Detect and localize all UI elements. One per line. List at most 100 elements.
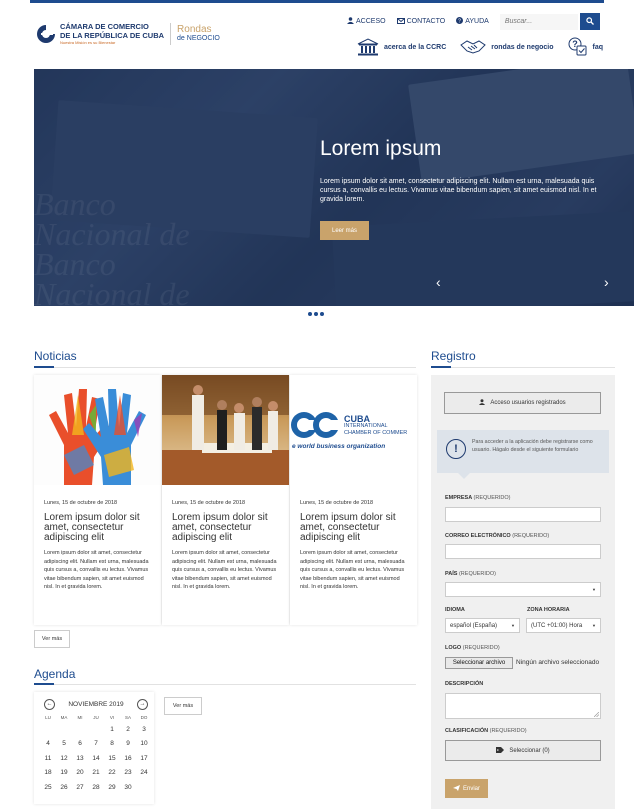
logo-line-2: DE LA REPÚBLICA DE CUBA [60, 30, 165, 40]
hero-next-arrow[interactable]: › [604, 274, 609, 290]
calendar-day[interactable]: 21 [88, 766, 104, 781]
slider-dot[interactable] [308, 312, 312, 316]
pais-select[interactable]: ▼ [445, 582, 601, 597]
user-icon [479, 399, 486, 407]
calendar-day[interactable]: 8 [104, 737, 120, 752]
cuba-logo-sub1: INTERNATIONAL [344, 423, 388, 429]
hero-slider: Banco Nacional de Banco Nacional de Lorem … [34, 69, 634, 306]
calendar-day[interactable]: 14 [88, 751, 104, 766]
top-navigation: ACCESO CONTACTO ? AYUDA [347, 13, 600, 30]
news-title[interactable]: Lorem ipsum dolor sit amet, consectetur … [172, 513, 284, 543]
news-image-ceremony [162, 375, 289, 485]
chevron-down-icon: ▼ [590, 623, 596, 628]
logo-divider [170, 23, 172, 45]
agenda-more-button[interactable]: Ver más [164, 697, 202, 715]
calendar-day[interactable]: 24 [136, 766, 152, 781]
hero-read-more-button[interactable]: Leer más [320, 221, 369, 240]
clasificacion-button[interactable]: Seleccionar (0) [445, 740, 601, 761]
login-registered-button[interactable]: Acceso usuarios registrados [444, 392, 601, 414]
cuba-logo-sub2: CHAMBER OF COMMER [344, 430, 408, 436]
subnav-faq-label: faq [592, 43, 604, 51]
calendar-day[interactable]: 9 [120, 737, 136, 752]
zona-select[interactable]: (UTC +01:00) Hora ▼ [526, 618, 601, 633]
empresa-input[interactable] [445, 507, 601, 522]
calendar-day[interactable]: 11 [40, 751, 56, 766]
calendar-day[interactable]: 18 [40, 766, 56, 781]
hero-prev-arrow[interactable]: ‹ [436, 274, 441, 290]
news-image-cuba-chamber: CUBA INTERNATIONAL CHAMBER OF COMMER e w… [290, 375, 417, 485]
send-icon [452, 784, 460, 793]
calendar-day[interactable]: 23 [120, 766, 136, 781]
calendar-prev-button[interactable]: ← [44, 698, 55, 710]
calendar-day[interactable]: 3 [136, 722, 152, 737]
nav-acceso[interactable]: ACCESO [347, 17, 386, 26]
news-title[interactable]: Lorem ipsum dolor sit amet, consectetur … [44, 513, 156, 543]
calendar-weekday: LU [45, 714, 51, 720]
exclamation-icon: ! [446, 439, 466, 459]
subnav-faq[interactable]: ? faq [568, 37, 604, 57]
nav-ayuda[interactable]: ? AYUDA [456, 17, 489, 26]
search-button[interactable] [579, 13, 600, 30]
agenda-calendar: ← NOVIEMBRE 2019 → LU MA MI JU VI SA DO 1 2 3 4 5 6 7… [34, 692, 154, 804]
calendar-day[interactable]: 16 [120, 751, 136, 766]
calendar-day[interactable]: 2 [120, 722, 136, 737]
calendar-day[interactable]: 28 [88, 780, 104, 795]
hero-text: Lorem ipsum dolor sit amet, consectetur … [320, 178, 597, 203]
calendar-day[interactable]: 1 [104, 722, 120, 737]
calendar-day[interactable]: 4 [40, 737, 56, 752]
registration-notice: ! Para acceder a la aplicación debe regi… [437, 430, 609, 479]
news-date: Lunes, 15 de octubre de 2018 [44, 500, 118, 506]
calendar-day[interactable]: 6 [72, 737, 88, 752]
descripcion-textarea[interactable] [445, 693, 601, 719]
calendar-weekday: MA [60, 714, 68, 720]
calendar-next-button[interactable]: → [137, 698, 148, 710]
news-date: Lunes, 15 de octubre de 2018 [300, 500, 374, 506]
news-card[interactable]: Lunes, 15 de octubre de 2018 Lorem ipsum… [162, 375, 289, 625]
nav-contacto[interactable]: CONTACTO [396, 17, 446, 26]
idioma-select[interactable]: español (España) ▼ [445, 618, 520, 633]
building-icon [357, 38, 379, 56]
submit-button[interactable]: Enviar [445, 779, 488, 798]
news-card[interactable]: CUBA INTERNATIONAL CHAMBER OF COMMER e w… [290, 375, 417, 625]
subnav-acerca-label: acerca de la CCRC [384, 43, 447, 51]
subnav-rondas[interactable]: rondas de negocio [460, 39, 554, 55]
faq-icon: ? [568, 37, 588, 57]
calendar-day[interactable]: 27 [72, 780, 88, 795]
calendar-day[interactable]: 10 [136, 737, 152, 752]
calendar-day[interactable]: 22 [104, 766, 120, 781]
calendar-day[interactable]: 25 [40, 780, 56, 795]
calendar-day[interactable]: 26 [56, 780, 72, 795]
news-card[interactable]: Lunes, 15 de octubre de 2018 Lorem ipsum… [34, 375, 161, 625]
noticias-rule [34, 366, 416, 368]
file-select-button[interactable]: Seleccionar archivo [445, 657, 513, 669]
calendar-day[interactable]: 20 [72, 766, 88, 781]
calendar-day[interactable]: 15 [104, 751, 120, 766]
slider-dot[interactable] [320, 312, 324, 316]
registration-notice-text: Para acceder a la aplicación debe regist… [472, 439, 593, 453]
news-title[interactable]: Lorem ipsum dolor sit amet, consectetur … [300, 513, 412, 543]
calendar-day[interactable]: 17 [136, 751, 152, 766]
calendar-day[interactable]: 13 [72, 751, 88, 766]
calendar-day[interactable]: 12 [56, 751, 72, 766]
user-icon [347, 17, 354, 26]
registro-heading: Registro [431, 349, 476, 363]
subnav-acerca[interactable]: acerca de la CCRC [357, 38, 446, 56]
calendar-weekday: JU [93, 714, 99, 720]
pais-label: PAÍS (REQUERIDO) [445, 571, 496, 577]
rondas-line-1: Rondas [177, 24, 212, 35]
nav-contacto-label: CONTACTO [406, 18, 446, 25]
news-more-button[interactable]: Ver más [34, 630, 70, 648]
calendar-day[interactable]: 7 [88, 737, 104, 752]
calendar-day[interactable]: 5 [56, 737, 72, 752]
news-date: Lunes, 15 de octubre de 2018 [172, 500, 246, 506]
search-input[interactable] [499, 13, 578, 30]
correo-label: CORREO ELECTRÓNICO (REQUERIDO) [445, 533, 550, 539]
correo-input[interactable] [445, 544, 601, 559]
slider-dot[interactable] [314, 312, 318, 316]
ccrc-logo[interactable]: CÁMARA DE COMERCIO DE LA REPÚBLICA DE CU… [36, 22, 220, 45]
login-registered-label: Acceso usuarios registrados [490, 400, 566, 406]
calendar-day[interactable]: 19 [56, 766, 72, 781]
calendar-day[interactable]: 29 [104, 780, 120, 795]
chevron-down-icon: ▼ [592, 587, 596, 592]
calendar-day[interactable]: 30 [120, 780, 136, 795]
